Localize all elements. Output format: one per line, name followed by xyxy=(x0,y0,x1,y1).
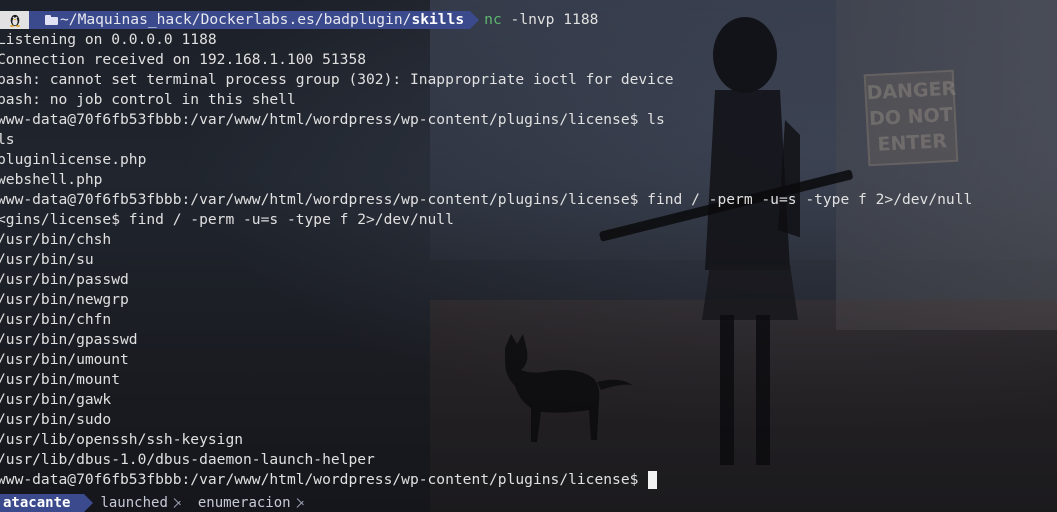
current-prompt-line[interactable]: www-data@70f6fb53fbbb:/var/www/html/word… xyxy=(0,470,1057,490)
tmux-window-enumeracion[interactable]: enumeracion xyxy=(182,494,297,512)
output-line: /usr/bin/umount xyxy=(0,351,129,368)
current-directory-segment: ~/Maquinas_hack/Dockerlabs.es/badplugin/… xyxy=(29,11,480,29)
prompt-line: ~/Maquinas_hack/Dockerlabs.es/badplugin/… xyxy=(0,10,1057,30)
output-line: /usr/lib/dbus-1.0/dbus-daemon-launch-hel… xyxy=(0,451,375,468)
tmux-window-launched[interactable]: launched xyxy=(84,494,173,512)
directory-path: ~/Maquinas_hack/Dockerlabs.es/badplugin/ xyxy=(60,11,412,28)
tmux-status-bar: atacante launched enumeracion xyxy=(0,494,305,512)
text-cursor xyxy=(648,471,658,489)
output-line: /usr/bin/gawk xyxy=(0,391,112,408)
output-line: Connection received on 192.168.1.100 513… xyxy=(0,51,367,68)
terminal-pane[interactable]: ~/Maquinas_hack/Dockerlabs.es/badplugin/… xyxy=(0,0,1057,490)
command-name: nc xyxy=(484,11,502,28)
output-line: bash: cannot set terminal process group … xyxy=(0,71,674,88)
tmux-session-name[interactable]: atacante xyxy=(0,494,94,512)
output-line: /usr/bin/sudo xyxy=(0,411,112,428)
output-line: www-data@70f6fb53fbbb:/var/www/html/word… xyxy=(0,111,665,128)
chevron-right-icon xyxy=(174,494,182,512)
chevron-right-icon xyxy=(297,494,305,512)
output-line: /usr/bin/mount xyxy=(0,371,121,388)
command-args: -lnvp 1188 xyxy=(501,11,599,28)
output-line: /usr/bin/newgrp xyxy=(0,291,129,308)
output-line: /usr/lib/openssh/ssh-keysign xyxy=(0,431,244,448)
output-line: /usr/bin/chsh xyxy=(0,231,112,248)
folder-open-icon xyxy=(45,15,58,25)
output-line: /usr/bin/chfn xyxy=(0,311,112,328)
output-line: pluginlicense.php xyxy=(0,151,147,168)
output-line: ls xyxy=(0,131,15,148)
output-line: /usr/bin/su xyxy=(0,251,94,268)
output-line: Listening on 0.0.0.0 1188 xyxy=(0,31,217,48)
linux-tux-icon xyxy=(0,11,38,29)
terminal-output: Listening on 0.0.0.0 1188 Connection rece… xyxy=(0,30,1057,470)
output-line: <gins/license$ find / -perm -u=s -type f… xyxy=(0,211,454,228)
output-line: bash: no job control in this shell xyxy=(0,91,296,108)
output-line: webshell.php xyxy=(0,171,103,188)
output-line: /usr/bin/gpasswd xyxy=(0,331,138,348)
output-line: www-data@70f6fb53fbbb:/var/www/html/word… xyxy=(0,191,973,208)
shell-prompt: www-data@70f6fb53fbbb:/var/www/html/word… xyxy=(0,471,648,488)
directory-leaf: skills xyxy=(411,11,465,28)
output-line: /usr/bin/passwd xyxy=(0,271,129,288)
